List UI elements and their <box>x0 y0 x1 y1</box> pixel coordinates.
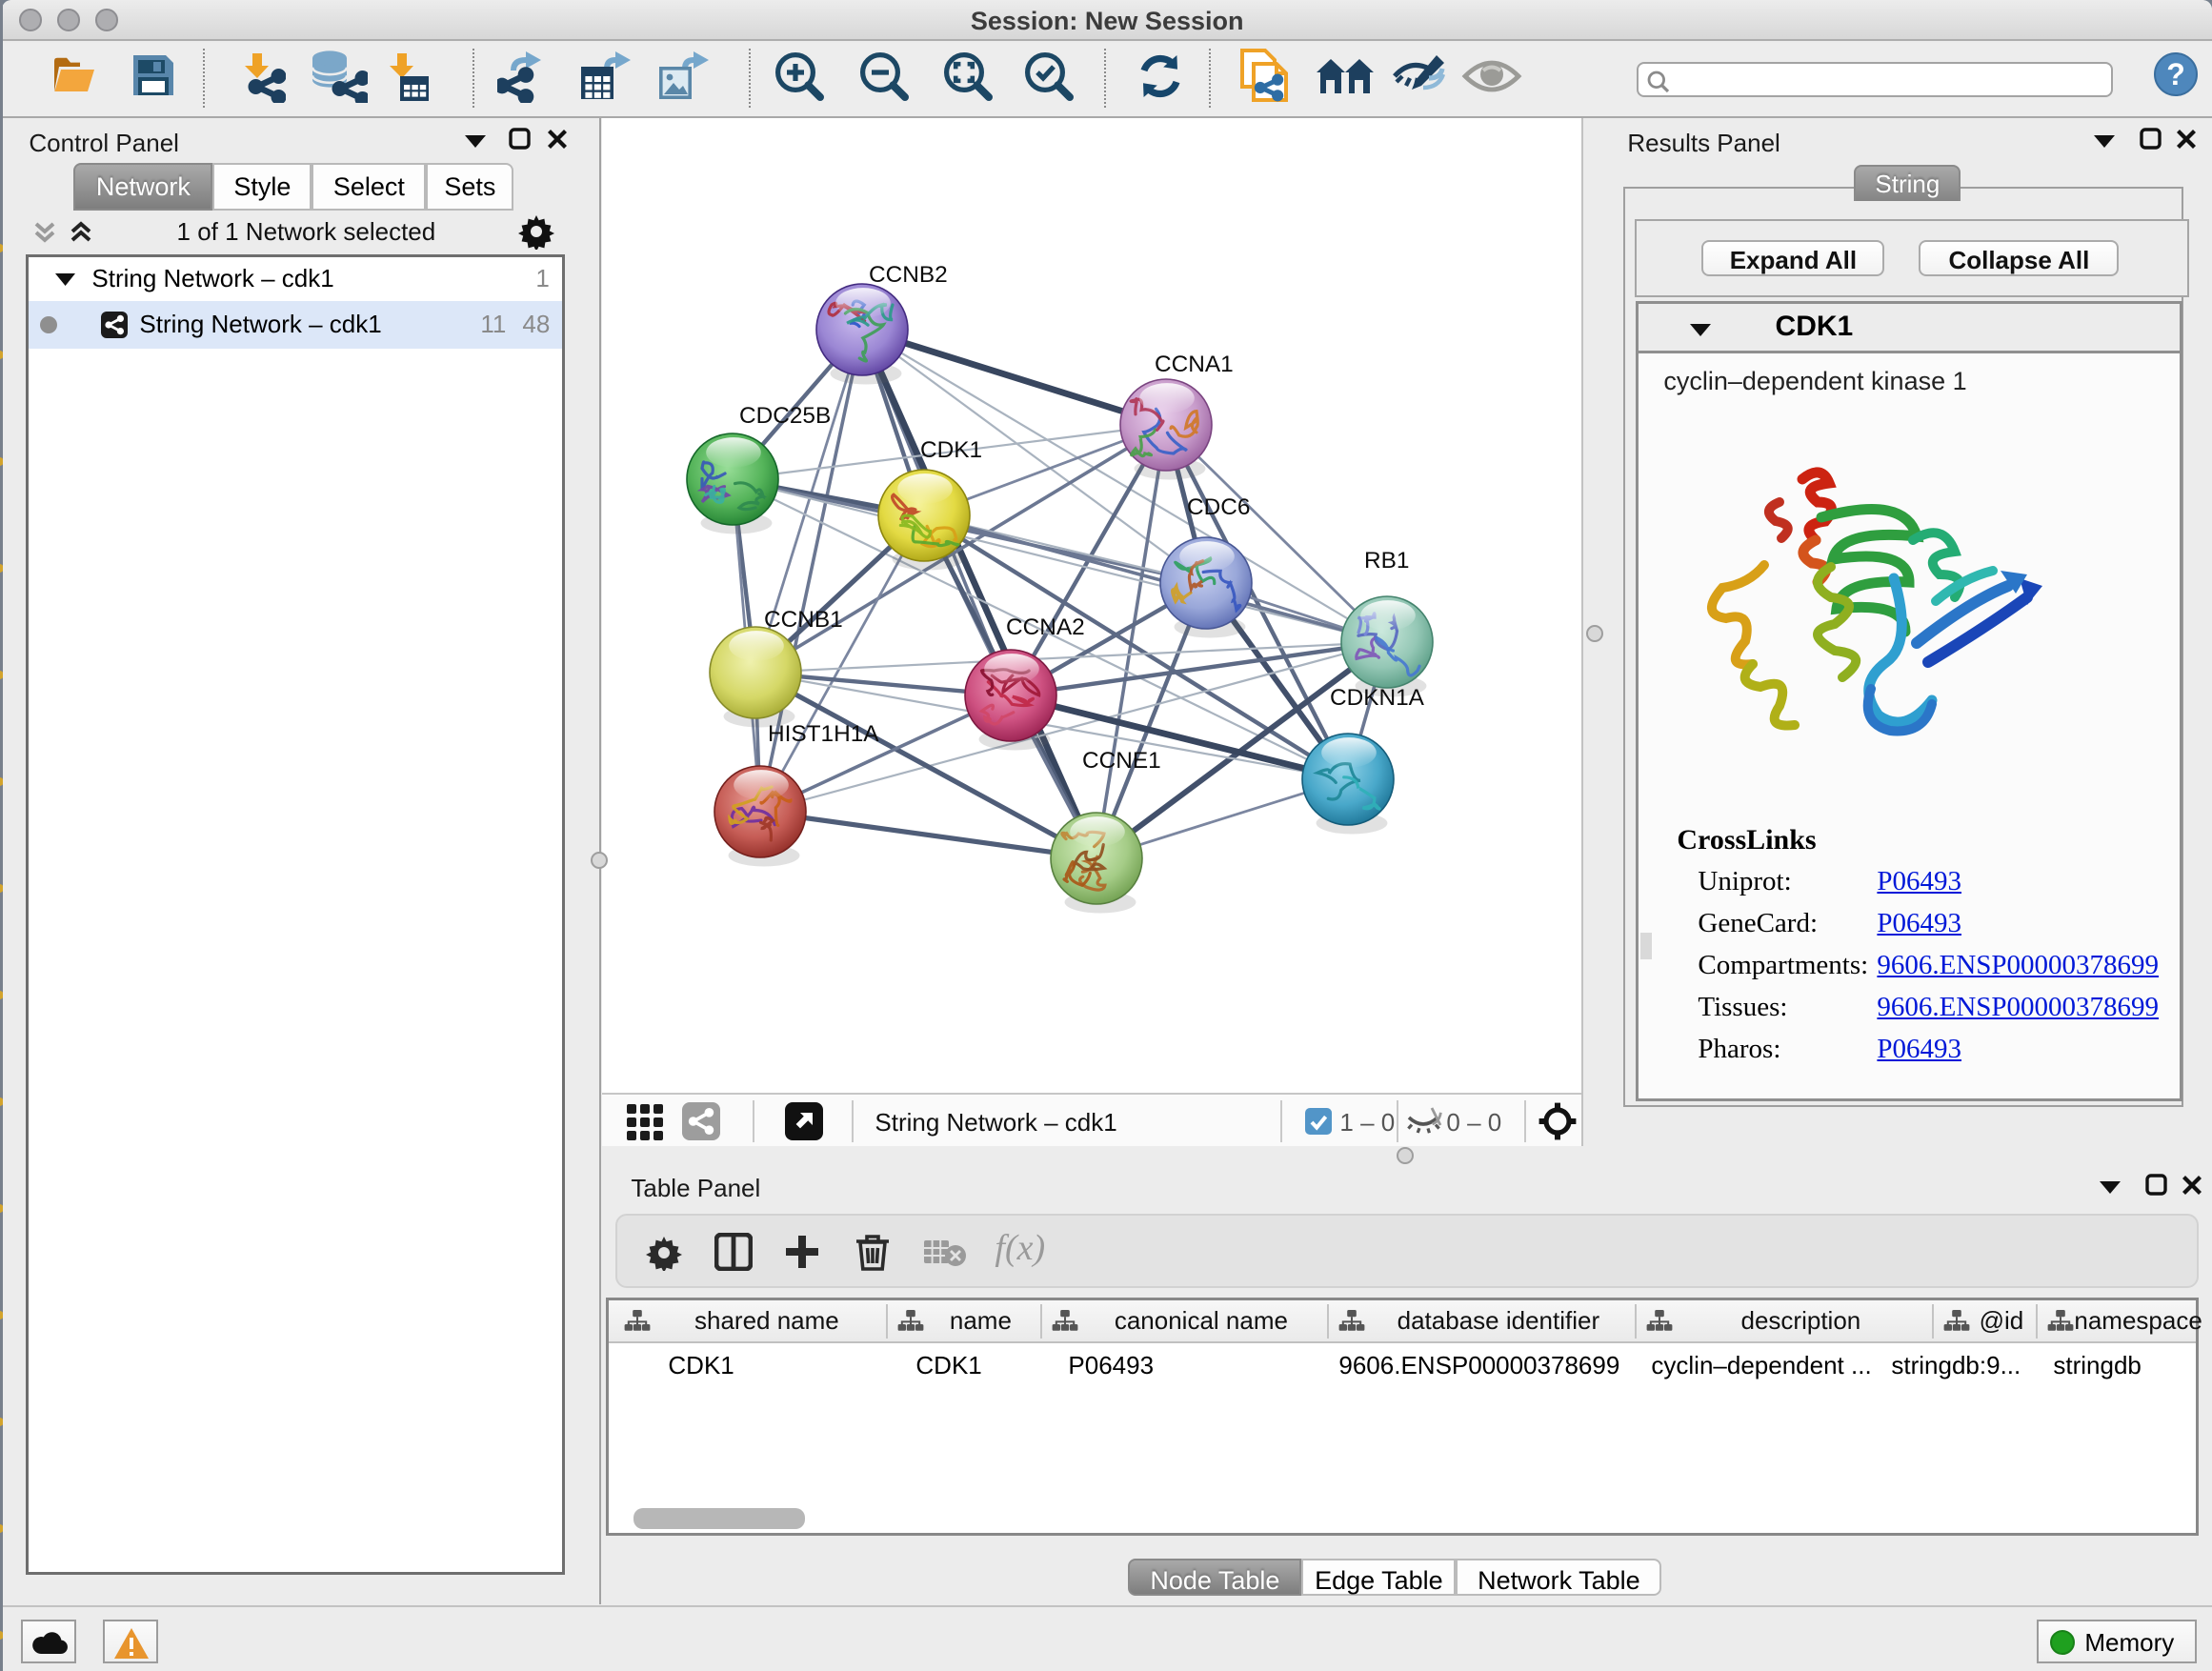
svg-text:CDC6: CDC6 <box>1187 494 1250 520</box>
svg-text:HIST1H1A: HIST1H1A <box>768 721 879 747</box>
svg-text:CDK1: CDK1 <box>920 437 982 463</box>
svg-text:CCNA1: CCNA1 <box>1155 352 1234 377</box>
svg-text:?: ? <box>2167 57 2186 91</box>
svg-text:CCNB1: CCNB1 <box>764 607 843 633</box>
svg-text:CCNE1: CCNE1 <box>1082 748 1161 774</box>
svg-text:CDC25B: CDC25B <box>739 403 831 429</box>
svg-text:RB1: RB1 <box>1364 548 1409 574</box>
svg-text:CDKN1A: CDKN1A <box>1330 685 1425 711</box>
svg-text:CCNA2: CCNA2 <box>1006 614 1085 640</box>
svg-text:CCNB2: CCNB2 <box>869 262 948 288</box>
